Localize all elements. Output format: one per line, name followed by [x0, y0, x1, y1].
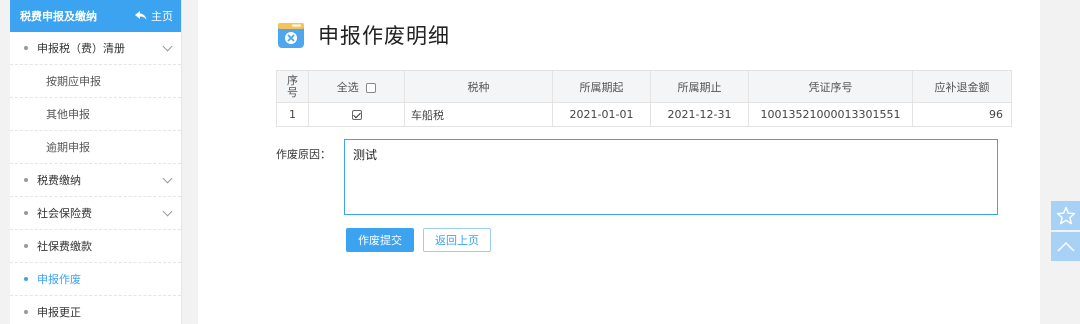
sidebar-subitem-other[interactable]: 其他申报 [10, 98, 181, 131]
col-amount: 应补退金额 [912, 70, 1012, 103]
home-label: 主页 [151, 10, 173, 23]
home-link[interactable]: 主页 [135, 8, 173, 24]
col-seq-label: 序号 [287, 73, 298, 99]
reason-label: 作废原因： [276, 148, 331, 161]
table-header-row: 序号 全选 税种 所属期起 所属期止 凭证序号 应补退金额 [276, 70, 1012, 103]
sidebar-subitem-periodic[interactable]: 按期应申报 [10, 65, 181, 98]
sidebar: 税费申报及缴纳 主页 申报税（费）清册 按期应申报 其他申报 逾期申报 税费缴纳… [10, 0, 182, 324]
cell-voucher-no: 10013521000013301551 [748, 102, 913, 127]
sidebar-item-label: 按期应申报 [46, 75, 101, 88]
star-icon [1056, 206, 1075, 224]
bullet-icon [24, 277, 28, 281]
select-all-label: 全选 [336, 80, 359, 94]
favorite-button[interactable] [1051, 201, 1080, 230]
col-tax-type: 税种 [404, 70, 553, 103]
sidebar-header: 税费申报及缴纳 主页 [10, 0, 181, 32]
chevron-up-icon [1056, 241, 1075, 252]
cell-seq: 1 [276, 102, 309, 127]
sidebar-item-tax-payment[interactable]: 税费缴纳 [10, 164, 181, 197]
sidebar-subitem-overdue[interactable]: 逾期申报 [10, 131, 181, 164]
reason-textarea[interactable]: 测试 [344, 139, 998, 215]
select-all-checkbox[interactable] [366, 82, 377, 93]
void-document-icon [276, 20, 306, 50]
bullet-icon [24, 244, 28, 248]
cell-select [308, 102, 405, 127]
back-arrow-icon [135, 11, 147, 20]
sidebar-item-void-declaration[interactable]: 申报作废 [10, 263, 181, 296]
sidebar-title: 税费申报及缴纳 [20, 10, 97, 23]
void-submit-button[interactable]: 作废提交 [346, 228, 414, 252]
col-period-end: 所属期止 [650, 70, 749, 103]
sidebar-item-label: 申报税（费）清册 [37, 42, 125, 55]
bullet-icon [24, 211, 28, 215]
sidebar-item-label: 税费缴纳 [37, 174, 81, 187]
bullet-icon [24, 310, 28, 314]
table-row: 1 车船税 2021-01-01 2021-12-31 100135210000… [276, 102, 1012, 127]
col-period-start: 所属期起 [552, 70, 651, 103]
bullet-icon [24, 46, 28, 50]
row-checkbox[interactable] [351, 110, 362, 120]
col-select-all: 全选 [308, 70, 405, 103]
floating-toolbar [1051, 201, 1080, 263]
sidebar-item-label: 逾期申报 [46, 141, 90, 154]
cell-period-start: 2021-01-01 [552, 102, 651, 127]
sidebar-item-tax-list[interactable]: 申报税（费）清册 [10, 32, 181, 65]
page-title: 申报作废明细 [318, 24, 450, 48]
scroll-top-button[interactable] [1051, 232, 1080, 261]
chevron-down-icon [162, 206, 173, 216]
page-header: 申报作废明细 [276, 20, 450, 50]
back-button[interactable]: 返回上页 [423, 228, 491, 252]
sidebar-item-correct-declaration[interactable]: 申报更正 [10, 296, 181, 324]
col-seq: 序号 [276, 70, 309, 103]
bullet-icon [24, 178, 28, 182]
cell-period-end: 2021-12-31 [650, 102, 749, 127]
sidebar-item-social-payment[interactable]: 社保费缴款 [10, 230, 181, 263]
cell-tax-type: 车船税 [404, 102, 553, 127]
col-voucher-no: 凭证序号 [748, 70, 913, 103]
sidebar-item-label: 社保费缴款 [37, 240, 92, 253]
sidebar-item-label: 申报更正 [37, 306, 81, 319]
cell-amount: 96 [912, 102, 1012, 127]
sidebar-item-label: 其他申报 [46, 108, 90, 121]
main-panel: 申报作废明细 序号 全选 税种 所属期起 所属期止 凭证序号 应补退金额 1 车… [198, 0, 1040, 324]
sidebar-item-label: 申报作废 [37, 273, 81, 286]
chevron-down-icon [162, 173, 173, 183]
chevron-down-icon [162, 41, 173, 51]
sidebar-item-label: 社会保险费 [37, 207, 92, 220]
declaration-table: 序号 全选 税种 所属期起 所属期止 凭证序号 应补退金额 1 车船税 2021… [276, 70, 1012, 127]
sidebar-item-social-insurance[interactable]: 社会保险费 [10, 197, 181, 230]
